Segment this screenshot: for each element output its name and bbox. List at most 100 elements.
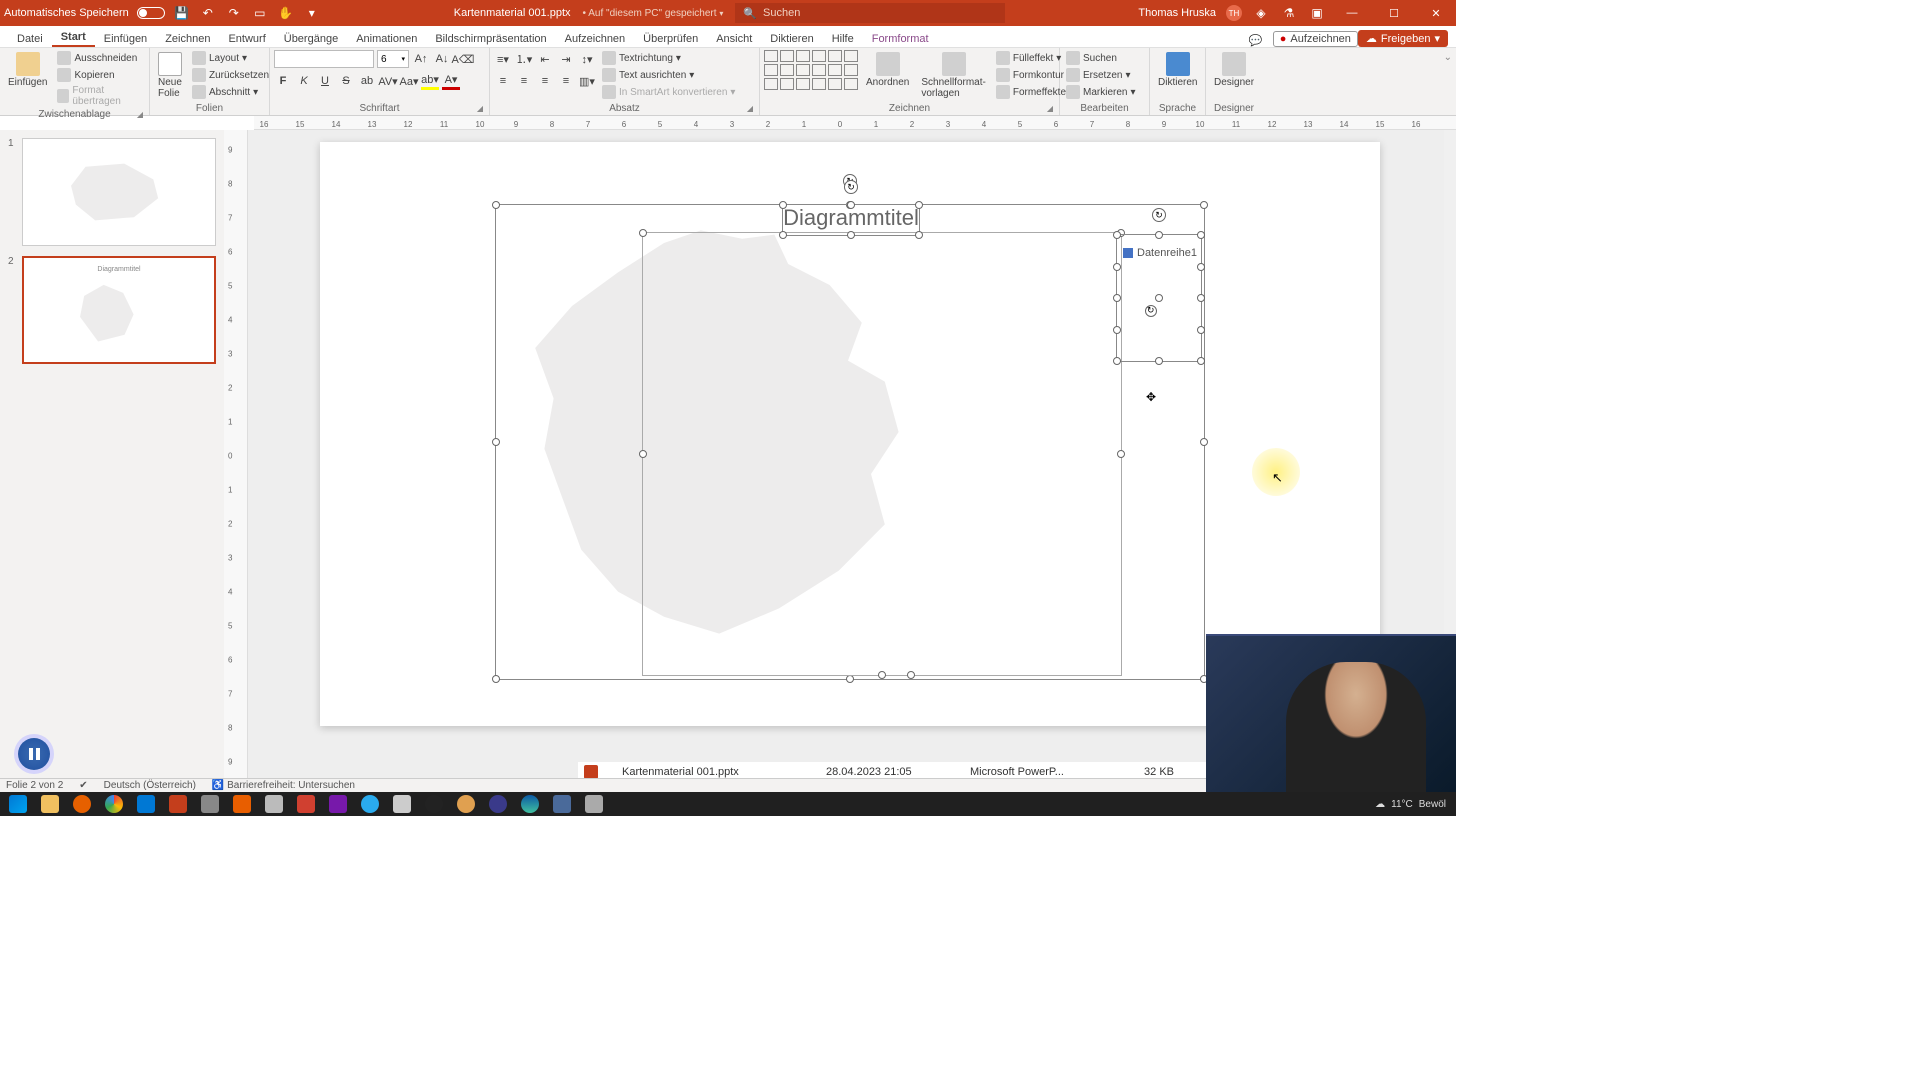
minimize-button[interactable]: —	[1336, 0, 1368, 26]
saved-location[interactable]: • Auf "diesem PC" gespeichert ▾	[583, 8, 724, 19]
close-button[interactable]: ✕	[1420, 0, 1452, 26]
app-icon[interactable]	[388, 793, 416, 815]
rotate-handle-icon[interactable]: ↻	[1152, 208, 1166, 222]
decrease-font-icon[interactable]: A↓	[433, 50, 451, 68]
qat-more-icon[interactable]: ▾	[303, 4, 321, 22]
align-text-button[interactable]: Text ausrichten ▾	[600, 67, 737, 83]
chart-title-box[interactable]: ↻ Diagrammtitel	[782, 204, 920, 236]
shadow-button[interactable]: ab	[358, 72, 376, 90]
redo-icon[interactable]: ↷	[225, 4, 243, 22]
indent-left-button[interactable]: ⇤	[536, 50, 554, 68]
tab-aufzeichnen[interactable]: Aufzeichnen	[556, 33, 635, 47]
firefox-icon[interactable]	[68, 793, 96, 815]
tab-ueberpruefen[interactable]: Überprüfen	[634, 33, 707, 47]
touch-icon[interactable]: ✋	[277, 4, 295, 22]
tab-entwurf[interactable]: Entwurf	[219, 33, 274, 47]
designer-button[interactable]: Designer	[1210, 50, 1258, 90]
edge-icon[interactable]	[516, 793, 544, 815]
align-left-button[interactable]: ≡	[494, 72, 512, 90]
accessibility-indicator[interactable]: ♿ Barrierefreiheit: Untersuchen	[212, 780, 355, 791]
slide-thumbnails-pane[interactable]: 1 2 Diagrammtitel	[0, 130, 224, 802]
justify-button[interactable]: ≡	[557, 72, 575, 90]
font-launcher-icon[interactable]: ◢	[477, 104, 483, 113]
arrange-button[interactable]: Anordnen	[862, 50, 913, 90]
bullets-button[interactable]: ≡▾	[494, 50, 512, 68]
rotate-handle-icon[interactable]: ↻	[1145, 305, 1157, 317]
app-icon[interactable]	[196, 793, 224, 815]
font-family-combo[interactable]	[274, 50, 374, 68]
increase-font-icon[interactable]: A↑	[412, 50, 430, 68]
tab-start[interactable]: Start	[52, 31, 95, 47]
clear-format-icon[interactable]: A⌫	[454, 50, 472, 68]
weather-icon[interactable]: ☁	[1375, 799, 1385, 810]
spellcheck-icon[interactable]: ✔	[79, 780, 87, 791]
paragraph-launcher-icon[interactable]: ◢	[747, 104, 753, 113]
chrome-icon[interactable]	[100, 793, 128, 815]
tab-hilfe[interactable]: Hilfe	[823, 33, 863, 47]
indent-right-button[interactable]: ⇥	[557, 50, 575, 68]
language-indicator[interactable]: Deutsch (Österreich)	[104, 780, 196, 791]
telegram-icon[interactable]	[356, 793, 384, 815]
slideshow-icon[interactable]: ▭	[251, 4, 269, 22]
tab-bildschirmpraesentation[interactable]: Bildschirmpräsentation	[426, 33, 555, 47]
dictate-button[interactable]: Diktieren	[1154, 50, 1201, 90]
font-size-combo[interactable]: 6▾	[377, 50, 409, 68]
plot-area-box[interactable]	[642, 232, 1122, 676]
tab-datei[interactable]: Datei	[8, 33, 52, 47]
tab-uebergaenge[interactable]: Übergänge	[275, 33, 347, 47]
columns-button[interactable]: ▥▾	[578, 72, 596, 90]
shapes-gallery[interactable]	[764, 50, 858, 90]
copy-button[interactable]: Kopieren	[55, 67, 145, 83]
tab-einfuegen[interactable]: Einfügen	[95, 33, 156, 47]
clipboard-launcher-icon[interactable]: ◢	[137, 110, 143, 119]
comments-icon[interactable]: 💬	[1249, 34, 1273, 47]
format-painter-button[interactable]: Format übertragen	[55, 84, 145, 108]
coming-soon-icon[interactable]: ⚗	[1280, 4, 1298, 22]
underline-button[interactable]: U	[316, 72, 334, 90]
record-button[interactable]: ● Aufzeichnen	[1273, 31, 1358, 47]
undo-icon[interactable]: ↶	[199, 4, 217, 22]
search-box[interactable]: 🔍 Suchen	[735, 3, 1005, 23]
new-slide-button[interactable]: Neue Folie	[154, 50, 186, 101]
paste-button[interactable]: Einfügen	[4, 50, 51, 90]
obs-icon[interactable]	[420, 793, 448, 815]
quick-styles-button[interactable]: Schnellformat-vorlagen	[917, 50, 989, 101]
app-icon[interactable]	[484, 793, 512, 815]
tab-zeichnen[interactable]: Zeichnen	[156, 33, 219, 47]
find-button[interactable]: Suchen	[1064, 50, 1138, 66]
font-color-button[interactable]: A▾	[442, 72, 460, 90]
select-button[interactable]: Markieren ▾	[1064, 84, 1138, 100]
collapse-ribbon-icon[interactable]: ⌄	[1440, 48, 1456, 115]
start-button[interactable]	[4, 793, 32, 815]
app-icon[interactable]	[452, 793, 480, 815]
rotate-handle-icon[interactable]: ↻	[844, 180, 858, 194]
layout-button[interactable]: Layout ▾	[190, 50, 271, 66]
strike-button[interactable]: S	[337, 72, 355, 90]
section-button[interactable]: Abschnitt ▾	[190, 84, 271, 100]
bold-button[interactable]: F	[274, 72, 292, 90]
case-button[interactable]: Aa▾	[400, 72, 418, 90]
slide-thumb-1[interactable]	[22, 138, 216, 246]
vlc-icon[interactable]	[228, 793, 256, 815]
spacing-button[interactable]: AV▾	[379, 72, 397, 90]
app-icon[interactable]	[548, 793, 576, 815]
explorer-icon[interactable]	[36, 793, 64, 815]
reset-button[interactable]: Zurücksetzen	[190, 67, 271, 83]
app-icon[interactable]	[292, 793, 320, 815]
user-avatar[interactable]: TH	[1226, 5, 1242, 21]
numbering-button[interactable]: ⒈▾	[515, 50, 533, 68]
tab-formformat[interactable]: Formformat	[863, 33, 938, 47]
powerpoint-icon[interactable]	[164, 793, 192, 815]
app-icon[interactable]	[580, 793, 608, 815]
tab-ansicht[interactable]: Ansicht	[707, 33, 761, 47]
replace-button[interactable]: Ersetzen ▾	[1064, 67, 1138, 83]
drawing-launcher-icon[interactable]: ◢	[1047, 104, 1053, 113]
cut-button[interactable]: Ausschneiden	[55, 50, 145, 66]
line-spacing-button[interactable]: ↕▾	[578, 50, 596, 68]
maximize-button[interactable]: ☐	[1378, 0, 1410, 26]
autosave-toggle[interactable]	[137, 7, 165, 19]
tab-animationen[interactable]: Animationen	[347, 33, 426, 47]
slide-thumb-2[interactable]: Diagrammtitel	[22, 256, 216, 364]
highlight-button[interactable]: ab▾	[421, 72, 439, 90]
recording-pause-button[interactable]	[18, 738, 50, 770]
